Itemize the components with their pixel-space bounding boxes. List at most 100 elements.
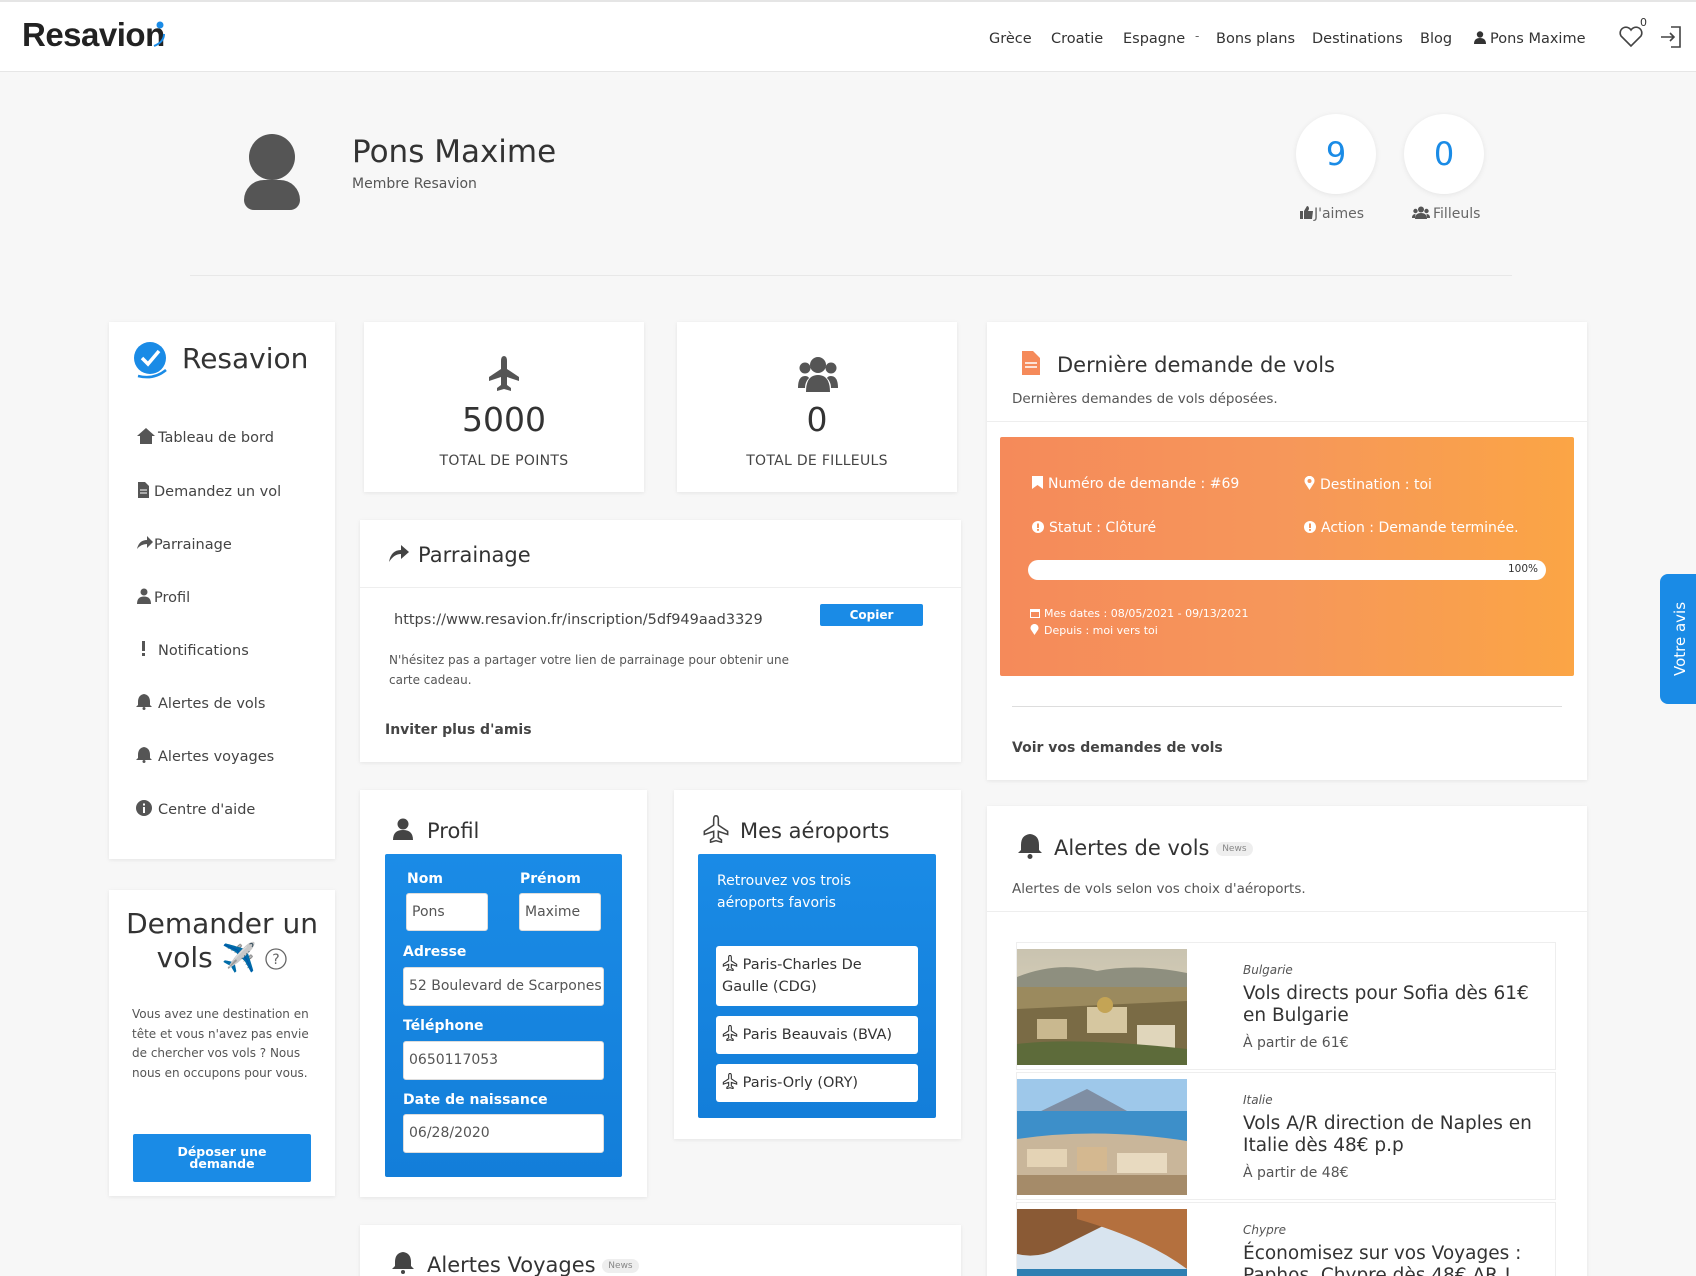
copy-button[interactable]: Copier [820, 604, 923, 626]
view-requests-link[interactable]: Voir vos demandes de vols [1012, 740, 1223, 756]
flight-alert-item[interactable]: Chypre Économisez sur vos Voyages : Paph… [1016, 1202, 1556, 1276]
file-icon [138, 482, 149, 498]
sidebar-item-notifications[interactable]: Notifications [136, 641, 249, 659]
adresse-field[interactable]: 52 Boulevard de Scarpones [403, 967, 604, 1006]
user-icon [1474, 31, 1486, 44]
map-marker-icon [1030, 623, 1039, 635]
prenom-label: Prénom [520, 871, 581, 887]
plane-outline-icon [722, 1024, 738, 1042]
nav-espagne-dropdown-icon[interactable]: - [1195, 29, 1199, 43]
request-card-title: Demander un vols ✈️ ? [126, 907, 318, 974]
sidebar-item-request-flight[interactable]: Demandez un vol [136, 482, 281, 500]
nom-field[interactable]: Pons [406, 893, 488, 931]
users-icon [1412, 206, 1430, 219]
map-marker-icon [1304, 475, 1315, 490]
divider [190, 275, 1512, 276]
sidebar-item-parrainage[interactable]: Parrainage [136, 535, 232, 553]
airports-intro: Retrouvez vos trois aéroports favoris [717, 873, 852, 911]
referrals-count: 0 [1404, 114, 1484, 194]
submit-request-button[interactable]: Déposer une demande [133, 1134, 311, 1182]
flight-alert-item[interactable]: Italie Vols A/R direction de Naples en I… [1016, 1072, 1556, 1200]
home-icon [137, 428, 155, 444]
adresse-label: Adresse [403, 944, 467, 960]
request-dates: Mes dates : 08/05/2021 - 09/13/2021 [1030, 607, 1248, 620]
nav-bons-plans[interactable]: Bons plans [1216, 31, 1295, 47]
referral-link[interactable]: https://www.resavion.fr/inscription/5df9… [394, 612, 763, 628]
profile-subtitle: Membre Resavion [352, 176, 477, 192]
referrals-value: 0 [806, 400, 828, 439]
airport-item[interactable]: Paris-Orly (ORY) [716, 1064, 918, 1102]
airport-item[interactable]: Paris Beauvais (BVA) [716, 1016, 918, 1054]
alert-title: Vols A/R direction de Naples en Italie d… [1243, 1113, 1532, 1156]
request-summary-panel [1000, 437, 1574, 676]
flight-alerts-subtitle: Alertes de vols selon vos choix d'aéropo… [1012, 881, 1306, 897]
points-label: TOTAL DE POINTS [439, 453, 569, 469]
logo[interactable]: Resavion [22, 16, 165, 54]
nav-blog[interactable]: Blog [1420, 31, 1452, 47]
nav-grece[interactable]: Grèce [989, 31, 1032, 47]
progress-label: 100% [1507, 563, 1538, 575]
telephone-field[interactable]: 0650117053 [403, 1041, 604, 1080]
airport-item[interactable]: Paris-Charles De Gaulle (CDG) [716, 946, 918, 1006]
telephone-label: Téléphone [403, 1018, 484, 1034]
users-icon [798, 357, 838, 392]
nav-user-name: Pons Maxime [1490, 31, 1586, 47]
thumbs-up-icon [1300, 206, 1313, 219]
file-icon [1022, 351, 1040, 375]
news-badge: News [1216, 842, 1253, 856]
feedback-tab-label: Votre avis [1671, 601, 1689, 677]
nav-croatie[interactable]: Croatie [1051, 31, 1103, 47]
user-icon [137, 588, 151, 604]
top-navbar: Resavion Grèce Croatie Espagne - Bons pl… [0, 0, 1696, 72]
sidebar-item-help-center[interactable]: Centre d'aide [136, 800, 255, 818]
nav-destinations[interactable]: Destinations [1312, 31, 1403, 47]
bookmark-icon [1032, 476, 1043, 489]
exclamation-icon [142, 641, 145, 656]
airports-title: Mes aéroports [740, 819, 890, 843]
sidebar-item-profil[interactable]: Profil [136, 588, 190, 606]
flight-alert-item[interactable]: Bulgarie Vols directs pour Sofia dès 61€… [1016, 942, 1556, 1070]
naissance-label: Date de naissance [403, 1092, 548, 1108]
question-icon[interactable]: ? [265, 948, 288, 970]
request-status: Statut : Clôturé [1032, 520, 1156, 536]
avatar [249, 134, 295, 180]
user-icon [393, 818, 413, 840]
avatar-body [244, 180, 300, 210]
logo-plane-icon [153, 21, 165, 47]
bell-icon [136, 747, 152, 763]
divider [987, 421, 1587, 422]
request-route: Depuis : moi vers toi [1030, 623, 1158, 637]
birthdate-field[interactable]: 06/28/2020 [403, 1114, 604, 1153]
parrainage-title: Parrainage [418, 543, 531, 567]
invite-friends-link[interactable]: Inviter plus d'amis [385, 722, 532, 738]
prenom-field[interactable]: Maxime [519, 893, 601, 931]
sidebar-brand: Resavion [182, 342, 309, 375]
sidebar-item-alertes-vols[interactable]: Alertes de vols [136, 694, 265, 712]
last-request-title: Dernière demande de vols [1057, 353, 1335, 377]
points-value: 5000 [462, 400, 546, 439]
exclamation-circle-icon [1304, 521, 1316, 533]
alert-category: Bulgarie [1243, 963, 1293, 977]
alert-image-sofia [1017, 949, 1187, 1065]
profile-name: Pons Maxime [352, 134, 557, 170]
bell-icon [392, 1252, 414, 1274]
alert-category: Italie [1243, 1093, 1273, 1107]
svg-text:?: ? [273, 952, 280, 968]
request-number: Numéro de demande : #69 [1032, 476, 1239, 492]
sidebar-item-dashboard[interactable]: Tableau de bord [136, 428, 274, 446]
resavion-check-icon [134, 342, 167, 379]
request-card-text: Vous avez une destination en tête et vou… [132, 1007, 309, 1080]
bell-icon [1018, 834, 1042, 859]
nav-espagne[interactable]: Espagne [1123, 31, 1185, 47]
nav-user-menu[interactable]: Pons Maxime [1474, 31, 1586, 47]
plane-outline-icon [703, 815, 729, 843]
news-badge: News [602, 1259, 639, 1273]
last-request-subtitle: Dernières demandes de vols déposées. [1012, 391, 1278, 407]
alert-category: Chypre [1243, 1223, 1287, 1237]
feedback-tab[interactable]: Votre avis [1660, 574, 1696, 704]
exclamation-circle-icon [1032, 521, 1044, 533]
alert-title: Vols directs pour Sofia dès 61€ en Bulga… [1243, 983, 1529, 1026]
sidebar-item-alertes-voyages[interactable]: Alertes voyages [136, 747, 274, 765]
logout-icon[interactable] [1658, 24, 1684, 50]
calendar-icon [1030, 609, 1040, 618]
